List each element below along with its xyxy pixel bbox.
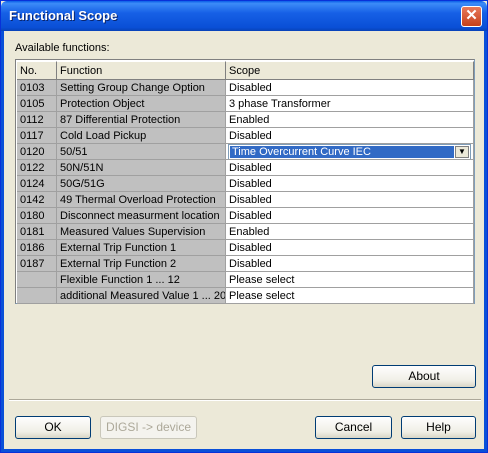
- cell-number: [17, 272, 57, 288]
- table-row[interactable]: 0120 50/51 Time Overcurrent Curve IEC ▼: [17, 144, 474, 160]
- cell-scope[interactable]: Enabled: [226, 112, 474, 128]
- table-row[interactable]: 0112 87 Differential Protection Enabled: [17, 112, 474, 128]
- close-button[interactable]: ✕: [461, 6, 482, 27]
- table-row[interactable]: 0122 50N/51N Disabled: [17, 160, 474, 176]
- cell-function: 87 Differential Protection: [57, 112, 226, 128]
- cell-function: 50N/51N: [57, 160, 226, 176]
- cell-number: 0112: [17, 112, 57, 128]
- table-row[interactable]: 0181 Measured Values Supervision Enabled: [17, 224, 474, 240]
- cell-function: External Trip Function 2: [57, 256, 226, 272]
- functional-scope-dialog: Functional Scope ✕ Available functions: …: [0, 0, 488, 453]
- divider: [9, 399, 481, 401]
- help-button[interactable]: Help: [401, 416, 476, 439]
- functions-table: No. Function Scope 0103 Setting Group Cha…: [15, 59, 475, 304]
- cell-number: 0186: [17, 240, 57, 256]
- cell-scope[interactable]: Disabled: [226, 192, 474, 208]
- cell-number: 0142: [17, 192, 57, 208]
- cell-function: Flexible Function 1 ... 12: [57, 272, 226, 288]
- column-header-no[interactable]: No.: [17, 61, 57, 80]
- cell-function: Disconnect measurment location: [57, 208, 226, 224]
- cell-function: Measured Values Supervision: [57, 224, 226, 240]
- window-frame-right: [484, 31, 487, 452]
- cell-scope[interactable]: Please select: [226, 288, 474, 304]
- about-button[interactable]: About: [372, 365, 476, 388]
- cell-function: Cold Load Pickup: [57, 128, 226, 144]
- table-row[interactable]: Flexible Function 1 ... 12 Please select: [17, 272, 474, 288]
- cancel-button[interactable]: Cancel: [315, 416, 392, 439]
- cell-function: 50/51: [57, 144, 226, 160]
- table-row[interactable]: additional Measured Value 1 ... 20 Please…: [17, 288, 474, 304]
- cell-scope[interactable]: Disabled: [226, 80, 474, 96]
- cell-function: Setting Group Change Option: [57, 80, 226, 96]
- help-button-label: Help: [426, 420, 451, 434]
- title-bar[interactable]: Functional Scope ✕: [1, 1, 487, 31]
- window-title: Functional Scope: [9, 8, 118, 23]
- cell-scope[interactable]: 3 phase Transformer: [226, 96, 474, 112]
- cell-scope[interactable]: Disabled: [226, 128, 474, 144]
- table-row[interactable]: 0105 Protection Object 3 phase Transformer: [17, 96, 474, 112]
- cell-number: 0103: [17, 80, 57, 96]
- cell-number: 0187: [17, 256, 57, 272]
- table-row[interactable]: 0117 Cold Load Pickup Disabled: [17, 128, 474, 144]
- scope-dropdown-value: Time Overcurrent Curve IEC: [230, 146, 454, 158]
- about-button-label: About: [408, 369, 440, 383]
- close-icon: ✕: [465, 7, 478, 24]
- cell-number: 0124: [17, 176, 57, 192]
- cell-number: [17, 288, 57, 304]
- cell-scope[interactable]: Disabled: [226, 256, 474, 272]
- table-row[interactable]: 0124 50G/51G Disabled: [17, 176, 474, 192]
- ok-button[interactable]: OK: [15, 416, 91, 439]
- table-row[interactable]: 0180 Disconnect measurment location Disabl…: [17, 208, 474, 224]
- chevron-down-icon[interactable]: ▼: [455, 146, 469, 158]
- digsi-to-device-button[interactable]: DIGSI -> device: [100, 416, 197, 439]
- column-header-scope[interactable]: Scope: [226, 61, 474, 80]
- cell-scope[interactable]: Disabled: [226, 160, 474, 176]
- cell-number: 0180: [17, 208, 57, 224]
- window-frame-bottom: [1, 449, 487, 452]
- window-frame-left: [1, 31, 4, 452]
- cell-scope[interactable]: Disabled: [226, 208, 474, 224]
- scope-dropdown-cell[interactable]: Time Overcurrent Curve IEC ▼: [226, 144, 474, 160]
- table-row[interactable]: 0103 Setting Group Change Option Disabled: [17, 80, 474, 96]
- available-functions-label: Available functions:: [15, 42, 110, 54]
- cell-function: External Trip Function 1: [57, 240, 226, 256]
- cell-function: Protection Object: [57, 96, 226, 112]
- cell-scope[interactable]: Please select: [226, 272, 474, 288]
- cell-scope[interactable]: Disabled: [226, 176, 474, 192]
- cell-number: 0120: [17, 144, 57, 160]
- cancel-button-label: Cancel: [334, 420, 373, 434]
- cell-number: 0117: [17, 128, 57, 144]
- cell-number: 0122: [17, 160, 57, 176]
- table-header: No. Function Scope: [17, 61, 474, 80]
- cell-number: 0105: [17, 96, 57, 112]
- digsi-button-label: DIGSI -> device: [105, 420, 192, 434]
- column-header-function[interactable]: Function: [57, 61, 226, 80]
- ok-button-label: OK: [44, 420, 62, 434]
- cell-function: 50G/51G: [57, 176, 226, 192]
- scope-dropdown[interactable]: Time Overcurrent Curve IEC ▼: [228, 144, 471, 159]
- table-row[interactable]: 0142 49 Thermal Overload Protection Disabl…: [17, 192, 474, 208]
- cell-scope[interactable]: Enabled: [226, 224, 474, 240]
- cell-scope[interactable]: Disabled: [226, 240, 474, 256]
- cell-function: additional Measured Value 1 ... 20: [57, 288, 226, 304]
- table-row[interactable]: 0187 External Trip Function 2 Disabled: [17, 256, 474, 272]
- table-row[interactable]: 0186 External Trip Function 1 Disabled: [17, 240, 474, 256]
- cell-function: 49 Thermal Overload Protection: [57, 192, 226, 208]
- cell-number: 0181: [17, 224, 57, 240]
